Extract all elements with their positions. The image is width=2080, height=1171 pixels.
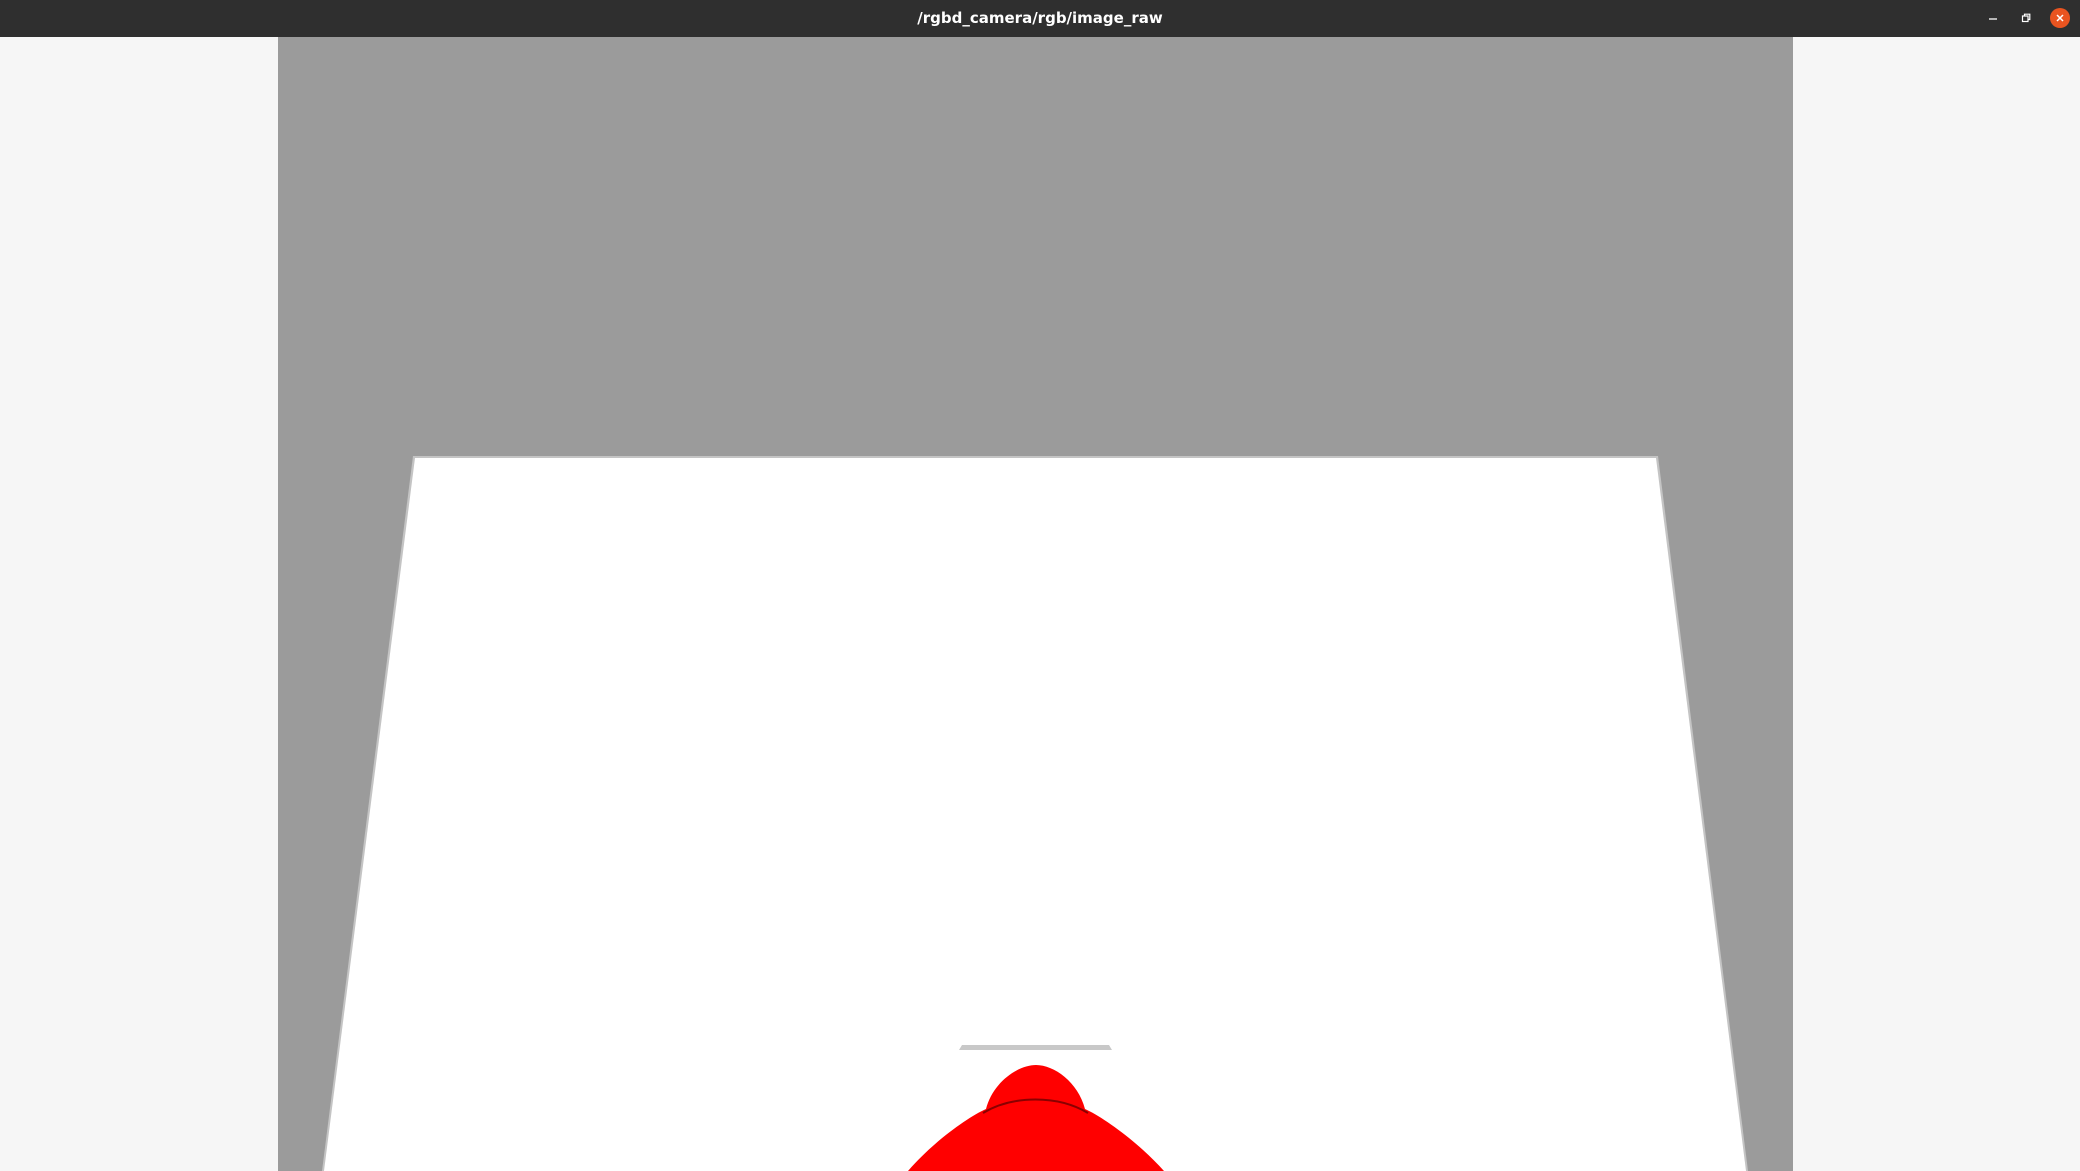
title-bar[interactable]: /rgbd_camera/rgb/image_raw bbox=[0, 0, 2080, 37]
restore-icon bbox=[2021, 13, 2031, 23]
minimize-button[interactable] bbox=[1983, 8, 2003, 28]
maximize-button[interactable] bbox=[2016, 8, 2036, 28]
object-plate bbox=[959, 1045, 1112, 1050]
close-button[interactable] bbox=[2050, 8, 2070, 28]
table-surface bbox=[324, 458, 1746, 1171]
image-view-window: /rgbd_camera/rgb/image_raw bbox=[0, 0, 2080, 1171]
camera-frame bbox=[278, 37, 1793, 1171]
camera-image[interactable] bbox=[278, 37, 1793, 1171]
minimize-icon bbox=[1988, 13, 1998, 23]
window-title: /rgbd_camera/rgb/image_raw bbox=[917, 9, 1163, 27]
content-area bbox=[0, 37, 2080, 1171]
close-icon bbox=[2055, 13, 2065, 23]
